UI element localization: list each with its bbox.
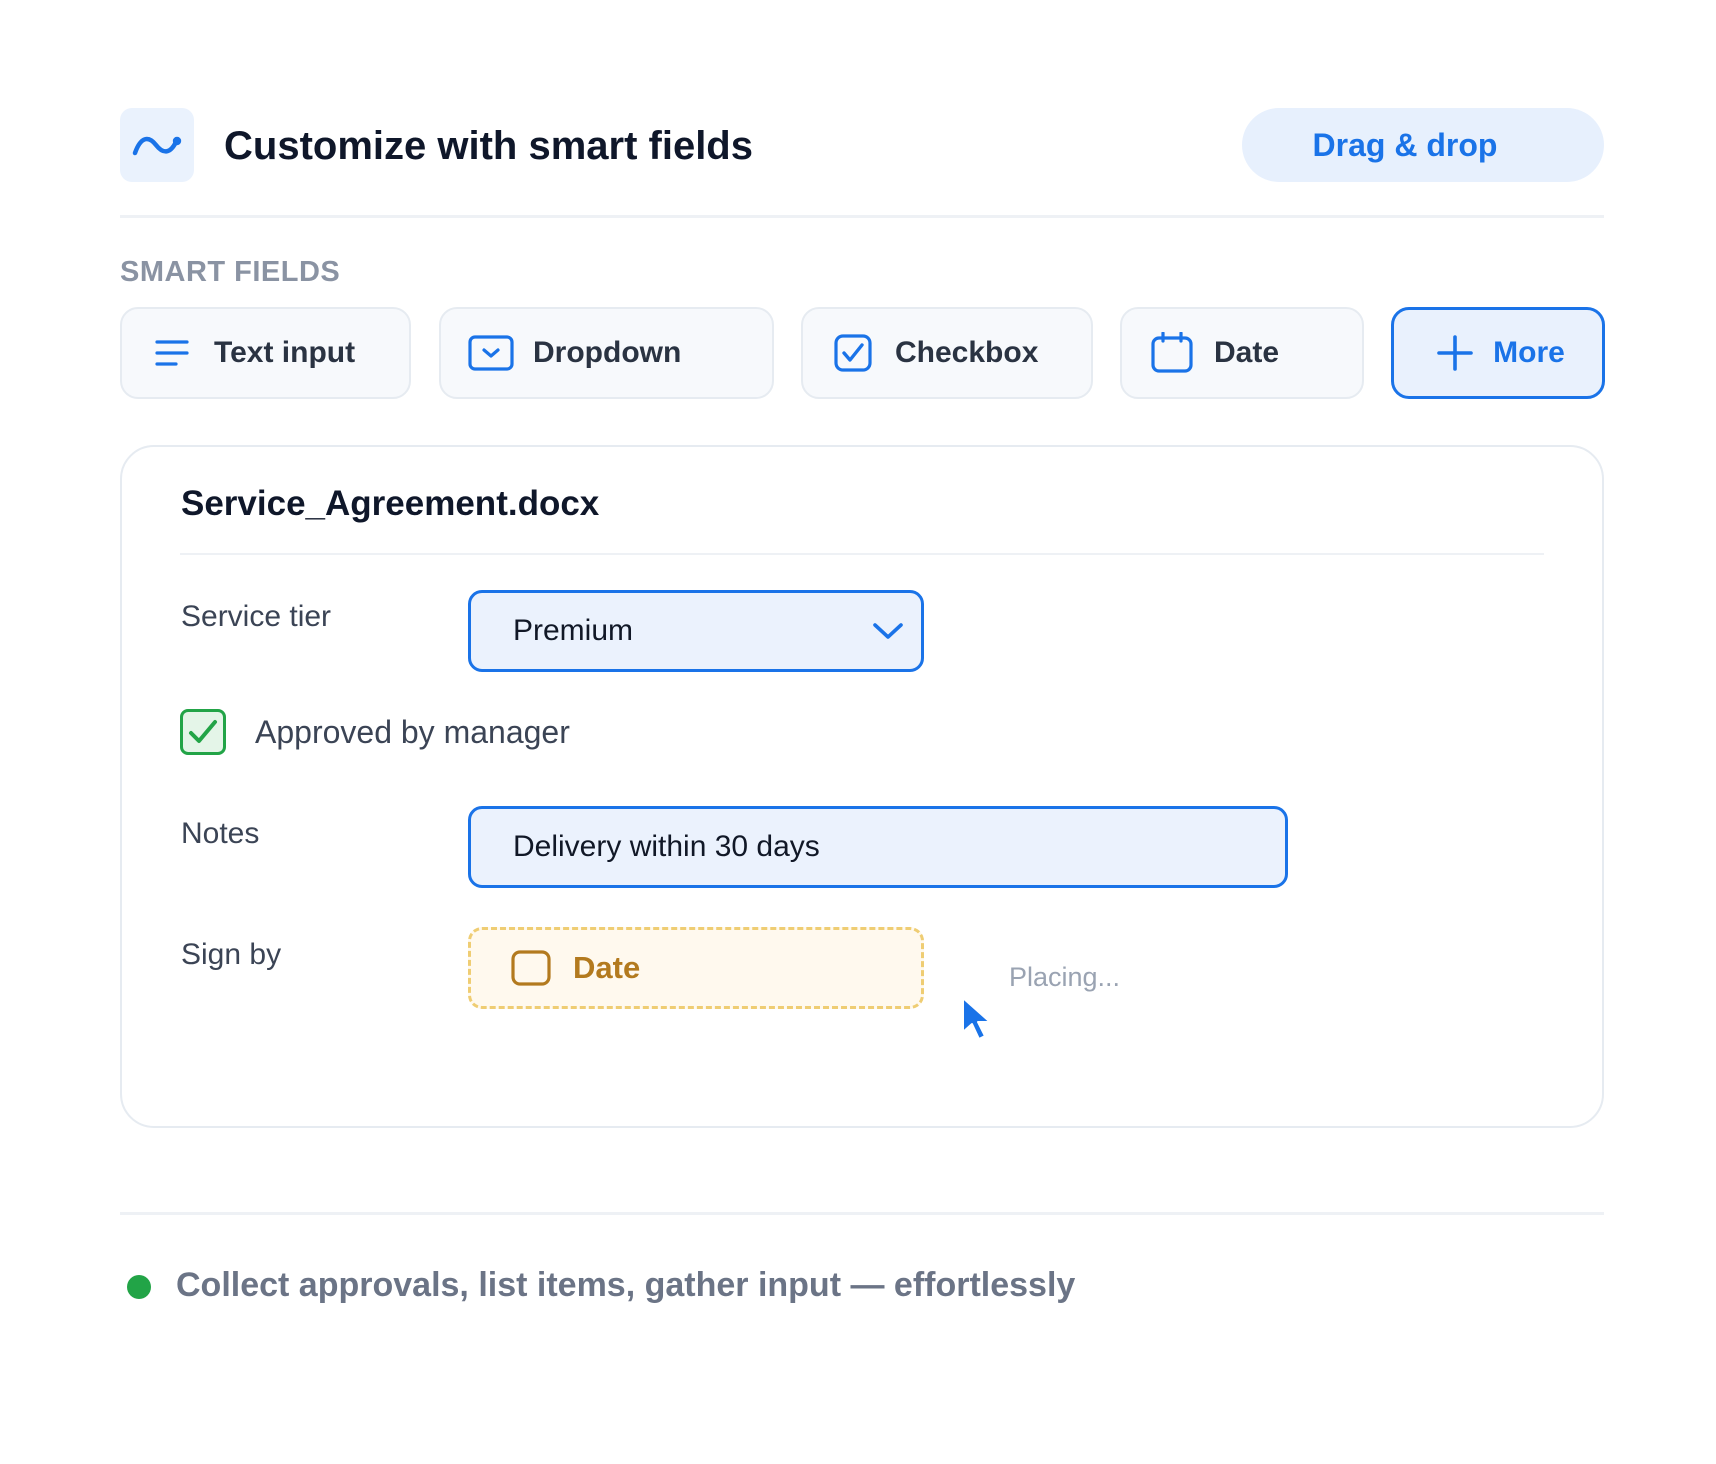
drag-drop-button[interactable]: Drag & drop (1242, 108, 1604, 182)
status-dot (127, 1275, 151, 1299)
cursor-icon (962, 997, 991, 1040)
chevron-down-icon (873, 623, 903, 639)
document-title: Service_Agreement.docx (181, 484, 600, 523)
service-tier-label: Service tier (181, 600, 332, 633)
empty-checkbox-icon (511, 950, 551, 986)
field-chip-more[interactable]: More (1391, 307, 1605, 399)
field-chip-text-input[interactable]: Text input (120, 307, 411, 399)
footer-tagline: Collect approvals, list items, gather in… (176, 1266, 1076, 1304)
chip-label: Text input (214, 336, 356, 369)
service-tier-select[interactable]: Premium (468, 590, 924, 672)
drop-zone-label: Date (573, 950, 641, 985)
sign-by-label: Sign by (181, 938, 282, 971)
section-label: SMART FIELDS (120, 256, 341, 288)
calendar-icon (1148, 329, 1196, 377)
chip-label: Date (1214, 336, 1280, 369)
notes-label: Notes (181, 817, 260, 850)
placing-status: Placing... (1009, 962, 1121, 992)
chip-label: Checkbox (895, 336, 1039, 369)
notes-input[interactable]: Delivery within 30 days (468, 806, 1288, 888)
select-value: Premium (513, 614, 634, 647)
field-chip-dropdown[interactable]: Dropdown (439, 307, 774, 399)
approved-checkbox[interactable] (180, 709, 226, 755)
field-chip-checkbox[interactable]: Checkbox (801, 307, 1093, 399)
chip-label: More (1493, 336, 1565, 369)
date-drop-zone[interactable]: Date (468, 927, 924, 1009)
wave-icon (132, 136, 182, 156)
field-chip-date[interactable]: Date (1120, 307, 1364, 399)
footer-divider (120, 1212, 1604, 1215)
lines-icon (148, 329, 196, 377)
chip-label: Dropdown (533, 336, 682, 369)
approved-label: Approved by manager (255, 714, 570, 750)
document-divider (180, 553, 1544, 555)
check-icon (189, 720, 217, 743)
page-title: Customize with smart fields (224, 124, 753, 168)
document-card (120, 445, 1604, 1128)
dropdown-icon (467, 329, 515, 377)
checkbox-icon (829, 329, 877, 377)
app-logo (120, 108, 194, 182)
plus-icon (1431, 329, 1479, 377)
header-divider (120, 215, 1604, 218)
